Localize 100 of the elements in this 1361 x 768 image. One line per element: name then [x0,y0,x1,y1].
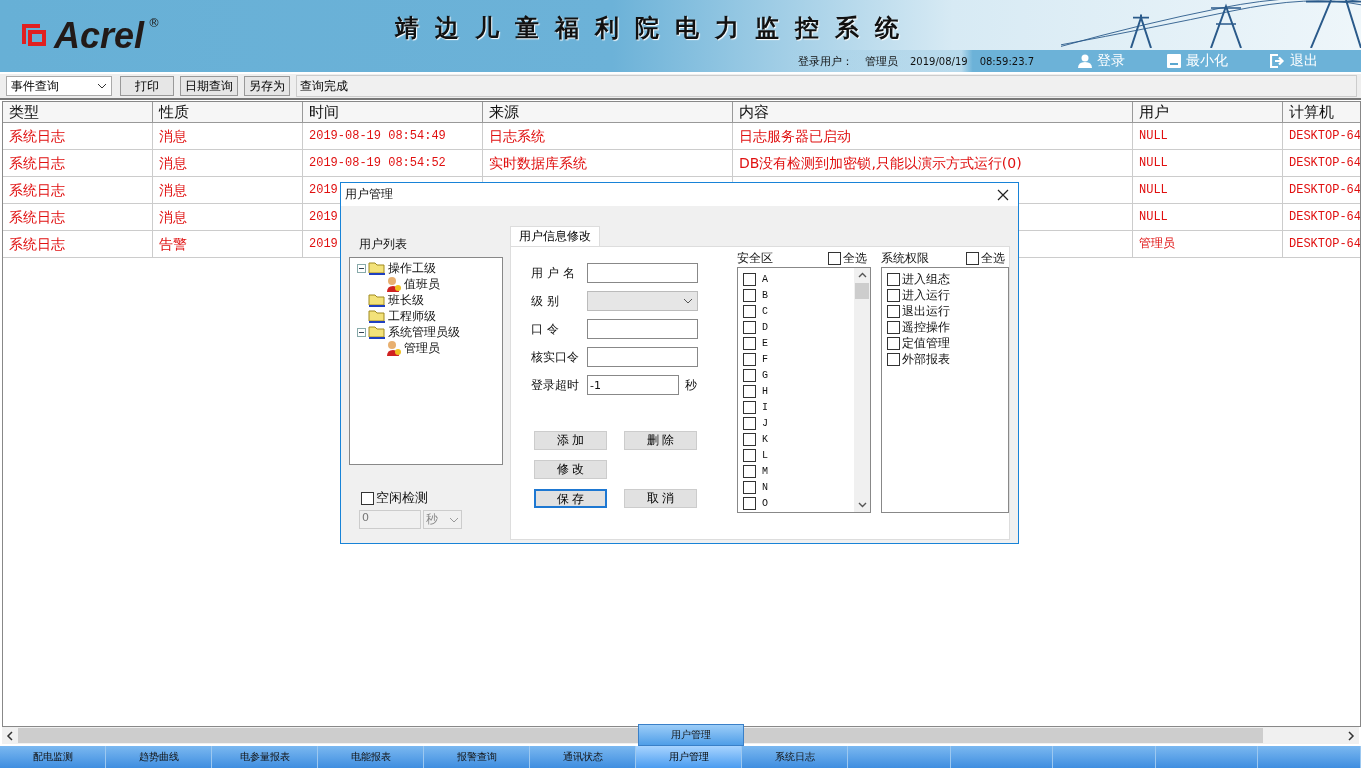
checkbox[interactable] [743,400,756,414]
tree-item[interactable]: 值班员 [384,275,440,293]
system-title: 靖边儿童福利院电力监控系统 [395,12,915,44]
checkbox[interactable] [743,352,756,366]
idle-seconds-field[interactable]: 0 [359,510,421,529]
tree-item[interactable]: 系统管理员级 [368,323,460,341]
checkbox[interactable] [887,272,900,286]
checkbox[interactable] [887,288,900,302]
date-text: 2019/08/19 [910,55,968,67]
checkbox-label: C [762,305,768,317]
table-cell: 实时数据库系统 [483,150,733,176]
dialog-button[interactable]: 保 存 [534,489,607,508]
close-icon[interactable] [997,188,1009,201]
table-cell: 消息 [153,150,303,176]
checkbox[interactable] [743,320,756,334]
column-header[interactable]: 类型 [3,102,153,122]
nav-tab[interactable]: 用户管理 [636,746,742,768]
checkbox-label: G [762,369,768,381]
table-cell: 告警 [153,231,303,257]
query-type-select[interactable]: 事件查询 [6,76,112,96]
checkbox[interactable] [743,304,756,318]
checkbox[interactable] [361,491,374,505]
table-cell-text: DESKTOP-64 [1288,182,1360,199]
checkbox[interactable] [743,480,756,494]
tab-popup: 用户管理 [638,724,744,746]
checkbox[interactable] [887,336,900,350]
table-cell: 2019-08-19 08:54:49 [303,123,483,149]
nav-tab[interactable]: 电能报表 [318,746,424,768]
toolbar-button[interactable]: 打印 [120,76,174,96]
nav-tab[interactable]: 电参量报表 [212,746,318,768]
scroll-down-icon[interactable] [857,502,867,508]
checkbox[interactable] [743,288,756,302]
scroll-right-icon[interactable] [1347,730,1355,741]
folder-icon [368,308,386,324]
checkbox[interactable] [887,320,900,334]
select-all-label: 全选 [843,249,867,267]
nav-tab[interactable]: 系统日志 [742,746,848,768]
tree-item[interactable]: 工程师级 [368,307,436,325]
column-header[interactable]: 用户 [1133,102,1283,122]
group-label: 安全区 [737,249,773,267]
toolbar-button[interactable]: 另存为 [244,76,290,96]
dialog-button[interactable]: 删 除 [624,431,697,450]
column-header[interactable]: 来源 [483,102,733,122]
tree-item[interactable]: 操作工级 [368,259,436,277]
table-cell: NULL [1133,177,1283,203]
table-cell: 日志系统 [483,123,733,149]
checkbox[interactable] [887,352,900,366]
scroll-left-icon[interactable] [6,730,14,741]
checkbox[interactable] [743,368,756,382]
scrollbar-thumb[interactable] [18,728,1263,743]
column-header[interactable]: 性质 [153,102,303,122]
field-label: 核实口令 [531,348,580,366]
checkbox[interactable] [743,272,756,286]
dialog-button[interactable]: 修 改 [534,460,607,479]
user-name: 管理员 [865,53,898,69]
nav-tab[interactable]: 配电监测 [0,746,106,768]
table-cell: DB没有检测到加密锁,只能以演示方式运行(0) [733,150,1133,176]
column-header[interactable]: 时间 [303,102,483,122]
checkbox[interactable] [743,384,756,398]
checkbox[interactable] [743,464,756,478]
dialog-button[interactable]: 添 加 [534,431,607,450]
dialog-button[interactable]: 取 消 [624,489,697,508]
scrollbar-thumb[interactable] [855,283,869,299]
unit-label: 秒 [685,376,697,394]
collapse-icon[interactable] [357,263,366,273]
user-icon [384,276,402,292]
nav-tab[interactable]: 趋势曲线 [106,746,212,768]
input-field[interactable] [587,263,698,283]
table-cell: 系统日志 [3,177,153,203]
field-label: 登录超时 [531,376,580,394]
chevron-down-icon [97,83,107,89]
checkbox[interactable] [743,496,756,510]
toolbar-button[interactable]: 日期查询 [180,76,238,96]
dialog-tab[interactable]: 用户信息修改 [510,226,600,246]
registered-mark: ® [148,16,161,30]
scroll-up-icon[interactable] [857,272,867,278]
table-cell: 消息 [153,123,303,149]
checkbox[interactable] [743,432,756,446]
table-cell: 系统日志 [3,231,153,257]
checkbox[interactable] [966,251,979,265]
checkbox[interactable] [743,336,756,350]
tree-item[interactable]: 管理员 [384,339,440,357]
column-header[interactable]: 计算机 [1283,102,1360,122]
column-header[interactable]: 内容 [733,102,1133,122]
input-field[interactable]: -1 [587,375,679,395]
horizontal-scrollbar[interactable] [2,727,1359,744]
input-field[interactable] [587,347,698,367]
collapse-icon[interactable] [357,327,366,337]
checkbox[interactable] [828,251,841,265]
checkbox-label: 进入运行 [902,286,950,304]
checkbox[interactable] [743,448,756,462]
tree-item[interactable]: 班长级 [368,291,424,309]
table-cell-text: DESKTOP-64 [1288,209,1360,226]
input-field[interactable] [587,319,698,339]
checkbox[interactable] [887,304,900,318]
table-cell-text: DESKTOP-64 [1288,236,1360,253]
nav-tab[interactable]: 报警查询 [424,746,530,768]
checkbox[interactable] [743,416,756,430]
nav-tab[interactable]: 通讯状态 [530,746,636,768]
table-cell: NULL [1133,204,1283,230]
